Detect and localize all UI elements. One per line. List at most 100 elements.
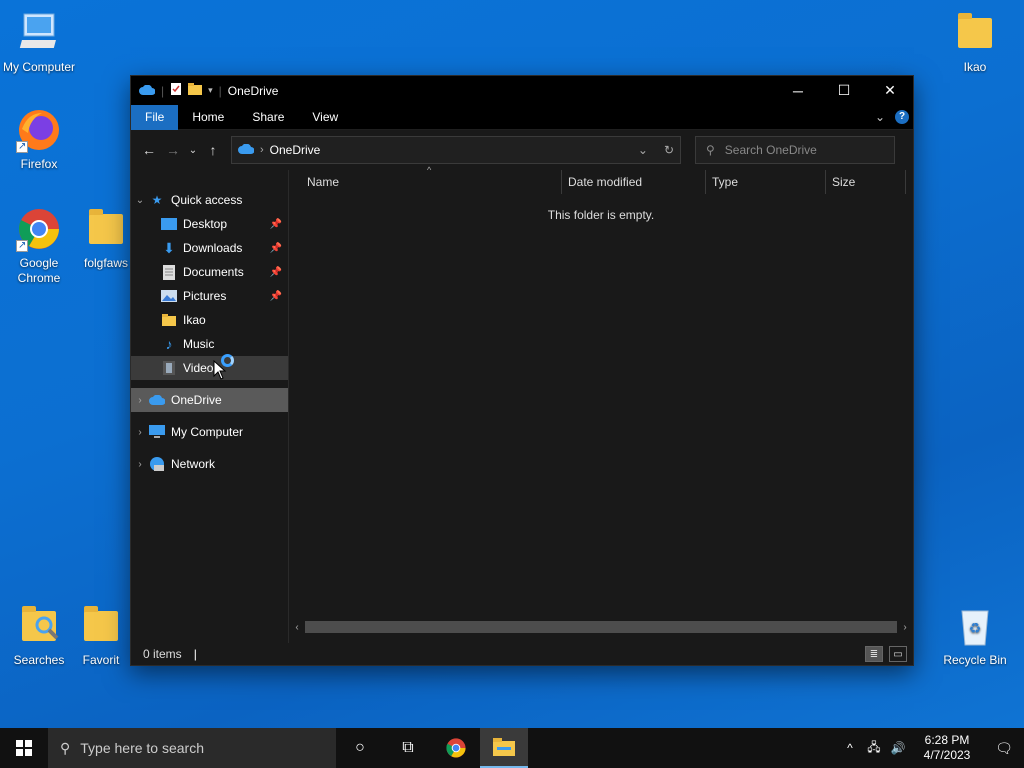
nav-item-videos[interactable]: Videos (131, 356, 288, 380)
help-icon[interactable]: ? (895, 110, 909, 124)
column-date-modified[interactable]: Date modified (562, 169, 706, 194)
nav-item-ikao[interactable]: Ikao (131, 308, 288, 332)
nav-item-pictures[interactable]: Pictures 📌 (131, 284, 288, 308)
desktop-icon-my-computer[interactable]: My Computer (1, 10, 77, 75)
clock[interactable]: 6:28 PM 4/7/2023 (910, 733, 984, 763)
scroll-left-icon[interactable]: ‹ (289, 622, 305, 633)
back-arrow-icon[interactable]: ← (137, 138, 161, 162)
search-input[interactable] (724, 143, 875, 157)
item-count: 0 items (143, 647, 182, 661)
window-title: OneDrive (227, 83, 279, 98)
chevron-down-icon[interactable]: ⌄ (638, 143, 648, 157)
tab-file[interactable]: File (131, 104, 179, 130)
sort-ascending-icon: ^ (427, 165, 432, 175)
close-button[interactable]: ✕ (867, 76, 913, 105)
column-type[interactable]: Type (706, 169, 826, 194)
desktop-icon-firefox[interactable]: Firefox (1, 107, 77, 172)
taskbar-search[interactable]: ⚲ (48, 728, 336, 768)
desktop-icon (161, 216, 177, 232)
refresh-icon[interactable]: ↻ (664, 143, 674, 157)
star-icon: ★ (151, 193, 163, 207)
pin-icon[interactable]: 📌 (270, 267, 282, 278)
details-view-icon[interactable]: ≣ (865, 646, 883, 662)
download-arrow-icon: ⬇ (163, 239, 175, 256)
search-box[interactable]: ⚲ (695, 136, 895, 164)
address-location[interactable]: OneDrive (270, 143, 321, 157)
nav-item-documents[interactable]: Documents 📌 (131, 260, 288, 284)
chevron-right-icon[interactable]: › (131, 395, 149, 406)
large-icons-view-icon[interactable]: ▭ (889, 646, 907, 662)
up-arrow-icon[interactable]: ↑ (201, 138, 225, 162)
taskbar-chrome[interactable] (432, 728, 480, 768)
tab-share[interactable]: Share (238, 105, 298, 130)
document-icon (161, 264, 177, 280)
network-status-icon[interactable]: 🖧 (862, 738, 886, 759)
taskbar-file-explorer[interactable] (480, 728, 528, 768)
forward-arrow-icon[interactable]: → (161, 138, 185, 162)
show-hidden-icons-icon[interactable]: ^ (838, 741, 862, 755)
address-bar[interactable]: › OneDrive ⌄ ↻ (231, 136, 681, 164)
scrollbar-thumb[interactable] (305, 621, 897, 633)
desktop-icon-searches[interactable]: Searches (1, 603, 77, 668)
chrome-icon (16, 206, 62, 253)
nav-my-computer[interactable]: › My Computer (131, 420, 288, 444)
nav-onedrive[interactable]: › OneDrive (131, 388, 288, 412)
taskbar-search-input[interactable] (80, 740, 311, 756)
video-film-icon (161, 360, 177, 376)
recycle-bin-icon: ♻ (952, 603, 998, 649)
svg-text:♻: ♻ (969, 621, 982, 637)
properties-icon[interactable] (170, 82, 182, 99)
nav-label: Downloads (183, 241, 243, 255)
scroll-right-icon[interactable]: › (897, 622, 913, 633)
start-button[interactable] (0, 728, 48, 768)
taskbar: ⚲ ○ ⧉ ^ 🖧 🔊 6:28 PM 4/7/2023 🗨 (0, 728, 1024, 768)
title-bar[interactable]: | ▾ | OneDrive ─ ☐ ✕ (131, 76, 913, 105)
nav-label: Pictures (183, 289, 227, 303)
tab-view[interactable]: View (298, 105, 352, 130)
column-size[interactable]: Size (826, 169, 906, 194)
desktop-icon-ikao[interactable]: Ikao (937, 10, 1013, 75)
new-folder-icon[interactable] (188, 83, 203, 98)
cortana-icon[interactable]: ○ (336, 728, 384, 768)
desktop-icon-recycle-bin[interactable]: ♻ Recycle Bin (937, 603, 1013, 668)
nav-network[interactable]: › Network (131, 452, 288, 476)
tab-home[interactable]: Home (178, 105, 238, 130)
desktop-icon-favorites[interactable]: Favorit (72, 603, 130, 668)
pin-icon[interactable]: 📌 (270, 219, 282, 230)
folder-icon (952, 10, 998, 56)
minimize-button[interactable]: ─ (775, 76, 821, 105)
nav-item-desktop[interactable]: Desktop 📌 (131, 212, 288, 236)
nav-item-downloads[interactable]: ⬇ Downloads 📌 (131, 236, 288, 260)
horizontal-scrollbar[interactable]: ‹ › (289, 619, 913, 635)
volume-icon[interactable]: 🔊 (886, 741, 910, 755)
maximize-button[interactable]: ☐ (821, 76, 867, 105)
empty-folder-message: This folder is empty. (547, 208, 655, 222)
nav-label: Documents (183, 265, 244, 279)
customize-toolbar-icon[interactable]: ▾ (208, 85, 213, 96)
clock-date: 4/7/2023 (923, 748, 971, 762)
desktop-icon-label: Ikao (963, 60, 987, 74)
column-name[interactable]: Name (289, 169, 562, 194)
file-list-pane[interactable]: ^ Name Date modified Type Size This fold… (289, 165, 913, 643)
desktop-icon-chrome[interactable]: Google Chrome (1, 206, 77, 286)
nav-label: Ikao (183, 313, 206, 327)
chevron-down-icon[interactable]: ⌄ (131, 195, 149, 206)
task-view-icon[interactable]: ⧉ (384, 728, 432, 768)
recent-locations-icon[interactable]: ⌄ (185, 138, 201, 162)
desktop-icon-label: Searches (13, 653, 65, 667)
navigation-bar: ← → ⌄ ↑ › OneDrive ⌄ ↻ ⚲ (131, 130, 913, 170)
file-explorer-icon (493, 738, 515, 756)
notifications-icon[interactable]: 🗨 (984, 740, 1024, 757)
folder-icon (83, 206, 129, 252)
status-bar: 0 items | ≣ ▭ (131, 643, 913, 665)
pin-icon[interactable]: 📌 (270, 243, 282, 254)
chevron-right-icon[interactable]: › (260, 144, 264, 156)
nav-quick-access[interactable]: ⌄ ★ Quick access (131, 188, 288, 212)
chevron-right-icon[interactable]: › (131, 427, 149, 438)
expand-ribbon-icon[interactable]: ⌄ (875, 110, 885, 124)
chevron-right-icon[interactable]: › (131, 459, 149, 470)
music-note-icon: ♪ (165, 336, 173, 352)
onedrive-cloud-icon (238, 143, 255, 157)
nav-item-music[interactable]: ♪ Music (131, 332, 288, 356)
pin-icon[interactable]: 📌 (270, 291, 282, 302)
